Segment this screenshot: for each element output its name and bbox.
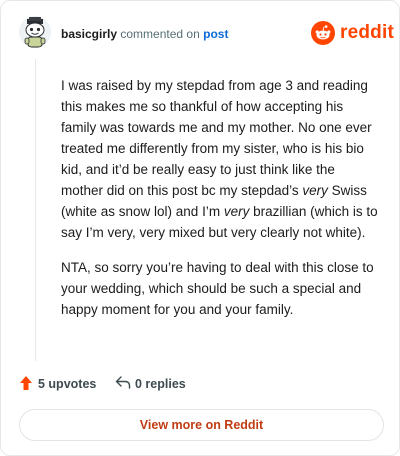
comment-body: I was raised by my stepdad from age 3 an… <box>61 75 379 334</box>
reddit-snoo-logo-icon <box>311 21 335 45</box>
thread-line <box>35 59 36 361</box>
reddit-wordmark: reddit <box>340 22 394 43</box>
upvote-button[interactable]: 5 upvotes <box>19 375 99 393</box>
reply-button[interactable]: 0 replies <box>115 375 205 393</box>
snoo-avatar-icon <box>19 16 51 48</box>
comment-header: basicgirly commented on post reddit <box>1 1 399 61</box>
view-more-on-reddit-button[interactable]: View more on Reddit <box>19 409 384 441</box>
upvote-count: 5 upvotes <box>38 377 97 391</box>
comment-text: NTA, so sorry you’re having to deal with… <box>61 260 374 317</box>
reply-arrow-icon <box>115 376 131 389</box>
reply-count: 0 replies <box>135 377 186 391</box>
comment-paragraph: I was raised by my stepdad from age 3 an… <box>61 75 379 243</box>
username-link[interactable]: basicgirly <box>61 27 117 41</box>
avatar[interactable] <box>19 16 51 48</box>
post-link[interactable]: post <box>203 27 228 41</box>
upvote-arrow-icon <box>20 376 32 390</box>
comment-meta: basicgirly commented on post <box>61 27 228 41</box>
meta-action-text: commented on <box>120 27 200 41</box>
emphasis-text: very <box>223 204 250 219</box>
embedded-comment-card: basicgirly commented on post reddit I wa… <box>0 0 400 456</box>
comment-paragraph: NTA, so sorry you’re having to deal with… <box>61 257 379 320</box>
comment-text: I was raised by my stepdad from age 3 an… <box>61 78 372 198</box>
emphasis-text: very <box>302 183 328 198</box>
